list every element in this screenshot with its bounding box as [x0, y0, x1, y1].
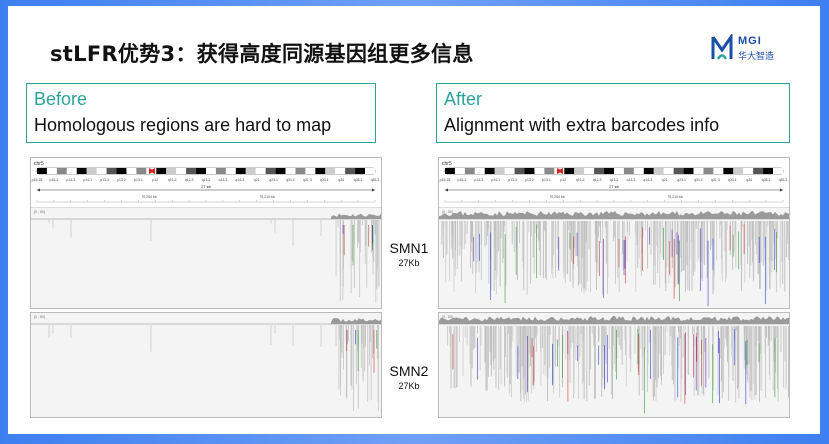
- after-smn2-alignment: [0 - 80]: [439, 313, 789, 417]
- svg-text:[0 - 80]: [0 - 80]: [34, 210, 45, 214]
- band-label: q23.1: [677, 178, 686, 182]
- band-label: q14.3: [643, 178, 652, 182]
- band-label: q11.2: [168, 178, 177, 182]
- band-label: q35.3: [779, 178, 788, 182]
- band-label: p15.33: [440, 178, 451, 182]
- svg-text:[0 - 80]: [0 - 80]: [442, 315, 453, 319]
- band-label: p14.1: [491, 178, 500, 182]
- svg-text:[0 - 80]: [0 - 80]: [34, 315, 45, 319]
- band-label: p13.2: [525, 178, 534, 182]
- svg-text:[0 - 80]: [0 - 80]: [442, 210, 453, 214]
- band-label: p15.2: [50, 178, 59, 182]
- band-label: q35.1: [762, 178, 771, 182]
- band-label: p14.1: [83, 178, 92, 182]
- smn1-size: 27Kb: [398, 258, 420, 268]
- after-smn2-igv-panel: [0 - 80]: [438, 312, 790, 418]
- band-label: q11.2: [576, 178, 585, 182]
- before-box: Before Homologous regions are hard to ma…: [26, 83, 376, 143]
- band-label: q34: [746, 178, 752, 182]
- band-label: p14.3: [474, 178, 483, 182]
- before-smn1-igv-panel: chr5 p15.33 p15.2 p14.3 p14.1 p13.3 p13.2 p13.1…: [30, 157, 382, 309]
- after-smn1-igv-panel: chr5 p15.33 p15.2 p14.3 p14.1 p13.3 p13.2 p13.1…: [438, 157, 790, 309]
- band-label: q13.3: [627, 178, 636, 182]
- tick-label: 70,210 kb: [667, 195, 682, 199]
- band-label: p13.1: [134, 178, 143, 182]
- band-label: q13.2: [202, 178, 211, 182]
- band-label: q35.3: [371, 178, 380, 182]
- after-heading: After: [444, 89, 483, 109]
- before-smn2-alignment: [0 - 80]: [31, 313, 381, 417]
- band-label: q21: [254, 178, 260, 182]
- band-label: q33.1: [728, 178, 737, 182]
- mgi-logo: MGI 华大智造: [710, 34, 780, 64]
- band-label: q34: [338, 178, 344, 182]
- before-smn1-alignment: [0 - 80]: [31, 208, 381, 308]
- band-label: q14.3: [235, 178, 244, 182]
- band-label: q31.1: [694, 178, 703, 182]
- band-label: q12.3: [185, 178, 194, 182]
- smn1-name: SMN1: [389, 240, 429, 256]
- logo-chinese-name: 华大智造: [738, 52, 775, 62]
- after-text: Alignment with extra barcodes info: [444, 115, 720, 135]
- span-label: 27 kb: [609, 184, 620, 189]
- band-label: q12.3: [593, 178, 602, 182]
- band-label: q31.3: [303, 178, 312, 182]
- band-label: q21: [662, 178, 668, 182]
- band-label: q31.1: [286, 178, 295, 182]
- span-label: 27 kb: [201, 184, 212, 189]
- band-label: p13.2: [117, 178, 126, 182]
- tick-label: 70,210 kb: [259, 195, 274, 199]
- band-label: p14.3: [66, 178, 75, 182]
- logo-brand: MGI: [738, 35, 762, 47]
- band-label: p12: [152, 178, 158, 182]
- band-label: p12: [560, 178, 566, 182]
- before-smn2-igv-panel: [0 - 80]: [30, 312, 382, 418]
- band-label: q13.2: [610, 178, 619, 182]
- band-label: p15.2: [458, 178, 467, 182]
- band-label: q23.1: [269, 178, 278, 182]
- band-label: q31.3: [711, 178, 720, 182]
- ideogram-chrom: chr5: [34, 161, 44, 167]
- band-label: p13.3: [508, 178, 517, 182]
- ideogram-chrom: chr5: [442, 161, 452, 167]
- smn1-label: SMN1 27Kb: [384, 240, 434, 268]
- band-label: p13.3: [100, 178, 109, 182]
- slide: stLFR优势3：获得高度同源基因组更多信息 MGI 华大智造 Before H…: [8, 6, 820, 434]
- band-label: p13.1: [542, 178, 551, 182]
- smn2-size: 27Kb: [398, 381, 420, 391]
- after-smn1-alignment: [0 - 80]: [439, 208, 789, 308]
- after-ideogram: chr5 p15.33 p15.2 p14.3 p14.1 p13.3 p13.2 p13.1…: [439, 158, 789, 208]
- band-label: p15.33: [32, 178, 43, 182]
- before-heading: Before: [34, 89, 88, 109]
- band-label: q35.1: [354, 178, 363, 182]
- band-label: q13.3: [219, 178, 228, 182]
- mgi-logo-icon: [711, 34, 733, 60]
- before-text: Homologous regions are hard to map: [34, 115, 332, 135]
- slide-title: stLFR优势3：获得高度同源基因组更多信息: [50, 42, 474, 66]
- after-box: After Alignment with extra barcodes info: [436, 83, 790, 143]
- smn2-name: SMN2: [389, 363, 429, 379]
- before-ideogram: chr5 p15.33 p15.2 p14.3 p14.1 p13.3 p13.2 p13.1…: [31, 158, 381, 208]
- band-label: q33.1: [320, 178, 329, 182]
- tick-label: 70,200 kb: [549, 195, 564, 199]
- smn2-label: SMN2 27Kb: [384, 363, 434, 391]
- tick-label: 70,200 kb: [141, 195, 156, 199]
